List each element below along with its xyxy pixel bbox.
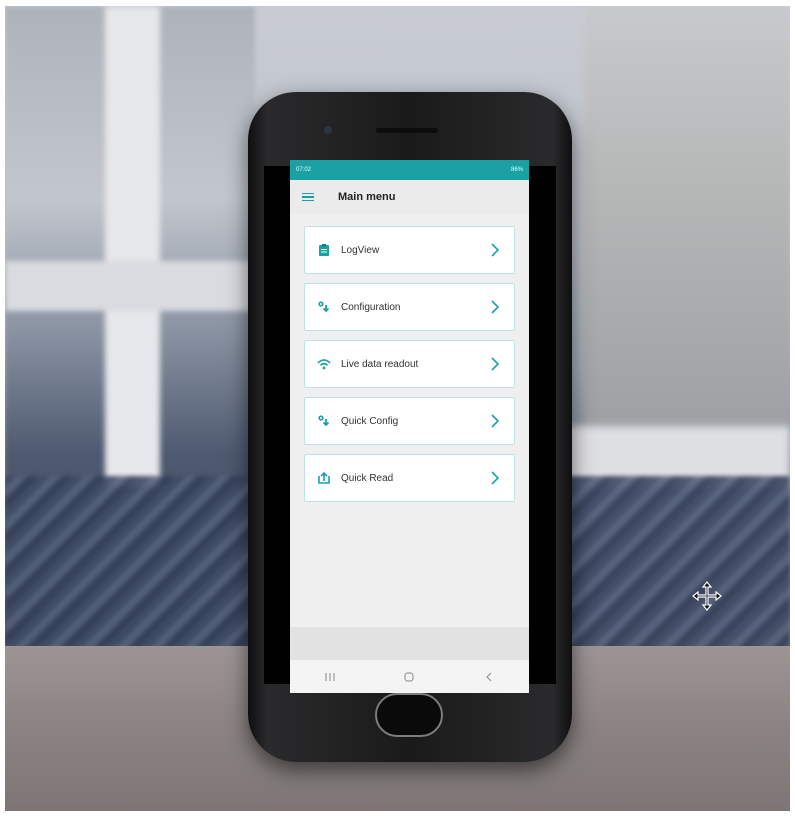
- chevron-right-icon: [491, 243, 500, 257]
- chevron-right-icon: [491, 414, 500, 428]
- menu-item-live-data-readout[interactable]: Live data readout: [304, 340, 515, 388]
- chevron-right-icon: [491, 471, 500, 485]
- background-wall-right: [585, 6, 790, 426]
- background-window-sill: [5, 261, 265, 311]
- home-button[interactable]: [375, 693, 443, 737]
- status-battery: 86%: [510, 167, 523, 173]
- menu-item-label: LogView: [341, 244, 380, 256]
- menu-item-quick-config[interactable]: Quick Config: [304, 397, 515, 445]
- menu-item-quick-read[interactable]: Quick Read: [304, 454, 515, 502]
- upload-icon: [317, 471, 331, 485]
- main-menu-list: LogView Configuration Live data readout …: [290, 214, 529, 502]
- earpiece-speaker: [376, 128, 438, 133]
- menu-item-configuration[interactable]: Configuration: [304, 283, 515, 331]
- chevron-right-icon: [491, 357, 500, 371]
- menu-item-label: Live data readout: [341, 358, 419, 370]
- system-navigation-bar: [290, 660, 529, 693]
- phone-screen: 07:02 86% Main menu LogView Configuratio…: [290, 160, 529, 693]
- status-bar: 07:02 86%: [290, 160, 529, 180]
- config-icon: [317, 300, 331, 314]
- page-title: Main menu: [338, 191, 396, 203]
- app-bar: Main menu: [290, 180, 529, 214]
- menu-item-logview[interactable]: LogView: [304, 226, 515, 274]
- config-icon: [317, 414, 331, 428]
- status-time: 07:02: [296, 167, 312, 173]
- back-icon[interactable]: [482, 671, 496, 683]
- menu-item-label: Quick Read: [341, 472, 394, 484]
- background-window-frame: [105, 6, 160, 486]
- home-icon[interactable]: [402, 671, 416, 683]
- menu-item-label: Configuration: [341, 301, 401, 313]
- move-cursor-icon: [692, 581, 722, 611]
- front-camera: [324, 126, 332, 134]
- recent-apps-icon[interactable]: [323, 671, 337, 683]
- wifi-icon: [317, 357, 331, 371]
- chevron-right-icon: [491, 300, 500, 314]
- menu-item-label: Quick Config: [341, 415, 399, 427]
- hamburger-menu-icon[interactable]: [302, 192, 314, 202]
- bottom-strip: [290, 627, 529, 660]
- clipboard-icon: [317, 243, 331, 257]
